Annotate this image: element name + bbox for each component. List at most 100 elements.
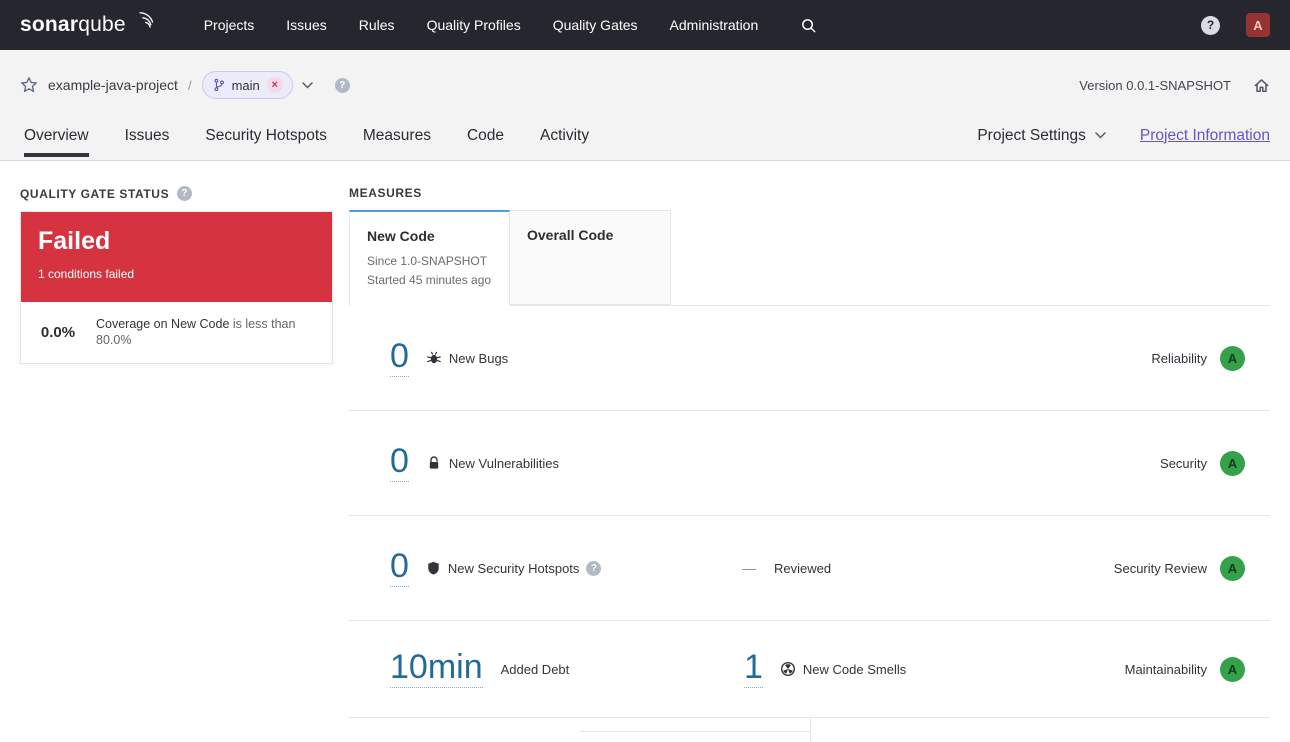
nav-item-quality-gates[interactable]: Quality Gates [553, 0, 638, 50]
home-icon[interactable] [1253, 77, 1270, 94]
new-code-smells-count-link[interactable]: 1 [744, 649, 763, 688]
branch-help-icon[interactable]: ? [334, 77, 350, 93]
security-label: Security [1160, 455, 1207, 471]
branch-name-label: main [231, 77, 260, 93]
breadcrumb-right-group: Version 0.0.1-SNAPSHOT [1079, 77, 1270, 94]
new-code-tab-label: New Code [367, 228, 435, 244]
code-smell-icon [780, 661, 796, 677]
tab-measures[interactable]: Measures [363, 110, 431, 161]
new-code-smells-group: 1 New Code Smells [744, 649, 906, 688]
measures-tab-overall-code[interactable]: Overall Code [510, 210, 671, 305]
security-rating-badge: A [1220, 450, 1245, 476]
measures-title-text: MEASURES [349, 186, 422, 200]
branch-icon [213, 78, 225, 92]
new-code-since: Since 1.0-SNAPSHOT [367, 254, 488, 268]
shield-icon [426, 560, 441, 576]
avatar[interactable]: A [1246, 13, 1270, 37]
logo-text-sonar: sonar [20, 13, 79, 36]
new-code-tab-subtitle: Since 1.0-SNAPSHOT Started 45 minutes ag… [367, 252, 492, 290]
measures-tabs: New Code Since 1.0-SNAPSHOT Started 45 m… [349, 210, 671, 306]
quality-gate-title-text: QUALITY GATE STATUS [20, 186, 170, 201]
nav-item-issues[interactable]: Issues [286, 0, 326, 50]
quality-gate-section-title: QUALITY GATE STATUS ? [20, 186, 193, 201]
project-subheader: example-java-project / main × ? Version … [0, 50, 1290, 161]
main-navigation: Projects Issues Rules Quality Profiles Q… [204, 0, 759, 50]
navbar-right-group: ? A [1201, 13, 1270, 37]
branch-remove-icon[interactable]: × [266, 77, 283, 93]
partial-column-divider [810, 717, 811, 742]
nav-item-projects[interactable]: Projects [204, 0, 255, 50]
new-code-smells-label: New Code Smells [802, 661, 907, 677]
reviewed-dash: — [742, 560, 756, 576]
new-security-hotspots-count-link[interactable]: 0 [390, 548, 409, 587]
branch-chevron-down-icon[interactable] [302, 81, 313, 89]
next-section-partial [349, 717, 1270, 742]
reliability-rating-group: Reliability A [1151, 345, 1245, 371]
sonarqube-logo[interactable]: sonarqube [20, 12, 154, 38]
condition-description: Coverage on New Code is less than 80.0% [96, 316, 308, 349]
project-information-link[interactable]: Project Information [1140, 127, 1270, 145]
new-vulnerabilities-count-link[interactable]: 0 [390, 443, 409, 482]
quality-gate-condition-row: 0.0% Coverage on New Code is less than 8… [21, 302, 332, 363]
new-code-smells-label-group: New Code Smells [780, 661, 906, 677]
reliability-rating-badge: A [1220, 345, 1245, 371]
tab-code[interactable]: Code [467, 110, 504, 161]
added-debt-link[interactable]: 10min [390, 649, 483, 688]
help-icon[interactable]: ? [1201, 15, 1220, 35]
nav-item-quality-profiles[interactable]: Quality Profiles [427, 0, 521, 50]
measures-panel: 0 New Bugs Reliability A 0 New Vulnerabi… [349, 305, 1270, 718]
tab-activity[interactable]: Activity [540, 110, 589, 161]
new-vulnerabilities-label: New Vulnerabilities [448, 455, 559, 471]
security-review-label: Security Review [1113, 560, 1207, 576]
measure-row-security: 0 New Vulnerabilities Security A [349, 411, 1270, 516]
maintainability-rating-badge: A [1220, 656, 1245, 682]
maintainability-label: Maintainability [1124, 661, 1207, 677]
new-bugs-label: New Bugs [448, 350, 509, 366]
new-code-started: Started 45 minutes ago [367, 273, 492, 288]
tab-overview[interactable]: Overview [24, 110, 89, 161]
chevron-down-icon [1095, 132, 1106, 139]
overall-code-tab-label: Overall Code [527, 227, 614, 243]
measures-section-title: MEASURES [349, 186, 422, 200]
nav-item-administration[interactable]: Administration [670, 0, 759, 50]
quality-gate-status: Failed [38, 227, 111, 255]
measures-tab-new-code[interactable]: New Code Since 1.0-SNAPSHOT Started 45 m… [349, 210, 510, 306]
tab-issues[interactable]: Issues [125, 110, 170, 161]
added-debt-label: Added Debt [500, 661, 570, 677]
search-icon[interactable] [800, 17, 817, 34]
hotspots-reviewed-group: — Reviewed [742, 560, 831, 576]
logo-swoosh-icon [128, 10, 154, 34]
quality-gate-card: Failed 1 conditions failed 0.0% Coverage… [20, 211, 333, 364]
project-tabs: Overview Issues Security Hotspots Measur… [20, 110, 1270, 161]
project-settings-button[interactable]: Project Settings [977, 127, 1106, 145]
reviewed-label: Reviewed [774, 560, 832, 576]
project-settings-label: Project Settings [977, 126, 1086, 144]
condition-value-link[interactable]: 0.0% [37, 324, 79, 341]
security-review-rating-group: Security Review A [1113, 555, 1245, 581]
maintainability-rating-group: Maintainability A [1124, 656, 1245, 682]
bug-icon [426, 350, 442, 366]
security-review-rating-badge: A [1220, 555, 1245, 581]
measure-row-maintainability: 10min Added Debt 1 New Code Smells Maint… [349, 621, 1270, 718]
project-tabs-right: Project Settings Project Information [977, 110, 1270, 161]
breadcrumb-project-link[interactable]: example-java-project [48, 77, 178, 93]
breadcrumb-separator: / [187, 77, 192, 93]
security-hotspots-help-icon[interactable]: ? [586, 560, 602, 576]
tab-security-hotspots[interactable]: Security Hotspots [205, 110, 326, 161]
nav-item-rules[interactable]: Rules [359, 0, 395, 50]
quality-gate-help-icon[interactable]: ? [177, 186, 193, 201]
logo-text: sonarqube [20, 12, 126, 38]
new-bugs-count-link[interactable]: 0 [390, 338, 409, 377]
favorite-star-icon[interactable] [20, 76, 38, 94]
measure-row-reliability: 0 New Bugs Reliability A [349, 306, 1270, 411]
measure-row-security-review: 0 New Security Hotspots ? — Reviewed Sec… [349, 516, 1270, 621]
quality-gate-conditions-summary: 1 conditions failed [38, 267, 135, 281]
reliability-label: Reliability [1151, 350, 1207, 366]
security-rating-group: Security A [1160, 450, 1245, 476]
branch-selector-chip[interactable]: main × [201, 71, 293, 99]
top-navbar: sonarqube Projects Issues Rules Quality … [0, 0, 1290, 50]
partial-border-top [580, 731, 810, 732]
breadcrumb: example-java-project / main × ? Version … [20, 63, 1270, 107]
quality-gate-status-panel: Failed 1 conditions failed [21, 212, 332, 302]
project-version-label: Version 0.0.1-SNAPSHOT [1079, 77, 1231, 93]
